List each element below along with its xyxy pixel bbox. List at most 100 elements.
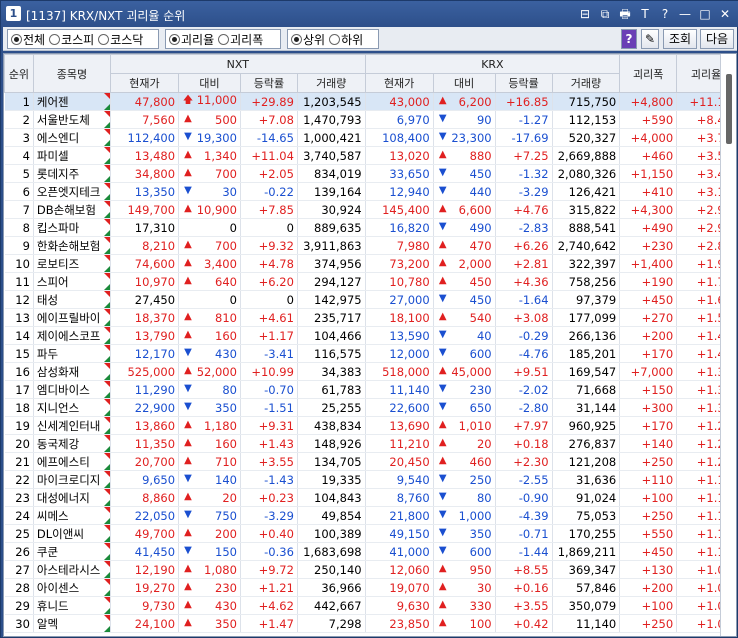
- window-link-icon[interactable]: ⊟: [577, 6, 593, 22]
- stock-name-label[interactable]: 에이프릴바이: [37, 311, 100, 325]
- market-option-2[interactable]: 코스닥: [98, 31, 143, 48]
- query-button[interactable]: 조회: [663, 29, 697, 49]
- market-option-label: 코스피: [61, 32, 95, 47]
- stock-name-label[interactable]: DL이앤씨: [37, 527, 84, 541]
- info-flag-icon: [103, 435, 110, 441]
- print-icon[interactable]: 🖶: [617, 6, 633, 22]
- stock-name-label[interactable]: 엠디바이스: [37, 383, 90, 397]
- stock-name-label[interactable]: 킵스파마: [37, 221, 79, 235]
- stock-name-label[interactable]: 아이센스: [37, 581, 79, 595]
- table-row[interactable]: 1 케어젠 47,800 🡅 11,000 +29.89 1,203,545 43,000 ▲ 6…: [4, 92, 736, 111]
- table-row[interactable]: 12 태성 27,450 0 0 142,975 27,000 ▼ 450 -1.64 97,379…: [4, 290, 736, 309]
- type-option-0[interactable]: 괴리율: [169, 31, 214, 48]
- radio-icon[interactable]: [218, 33, 230, 45]
- radio-icon[interactable]: [98, 33, 110, 45]
- stock-name-label[interactable]: 로보티즈: [37, 257, 79, 271]
- table-row[interactable]: 16 삼성화재 525,000 ▲ 52,000 +10.99 34,383 518,000 ▲…: [4, 362, 736, 381]
- nxt-volume-cell: 3,911,863: [297, 236, 366, 255]
- minimize-icon[interactable]: —: [677, 6, 693, 22]
- stock-name-label[interactable]: 마이크로디지: [37, 473, 100, 487]
- stock-name-label[interactable]: 에스엔디: [37, 131, 79, 145]
- up-arrow-icon: ▲: [184, 418, 192, 430]
- table-row[interactable]: 14 제이에스코프 13,790 ▲ 160 +1.17 104,466 13,590 ▼ 40-…: [4, 326, 736, 345]
- radio-icon[interactable]: [329, 33, 341, 45]
- stock-name-label[interactable]: 파두: [37, 347, 58, 361]
- stock-name-label[interactable]: 케어젠: [37, 95, 69, 109]
- radio-icon[interactable]: [49, 33, 61, 45]
- stock-name-label[interactable]: 지니언스: [37, 401, 79, 415]
- radio-icon[interactable]: [291, 33, 302, 45]
- scrollbar-thumb[interactable]: [726, 74, 732, 144]
- krx-change-cell-value: 600: [469, 346, 492, 361]
- header-nxt-price: 현재가: [109, 73, 180, 93]
- stock-name-label[interactable]: 아스테라시스: [37, 563, 100, 577]
- table-row[interactable]: 9 한화손해보험 8,210 ▲ 700 +9.32 3,911,863 7,980 ▲ 470 +…: [4, 236, 736, 255]
- stock-name-label[interactable]: 롯데지주: [37, 167, 79, 181]
- stock-name-label[interactable]: 한화손해보험: [37, 239, 100, 253]
- maximize-icon[interactable]: □: [697, 6, 713, 22]
- vertical-scrollbar[interactable]: [720, 54, 736, 636]
- stock-name-label[interactable]: 서울반도체: [37, 113, 90, 127]
- stock-name-label[interactable]: 제이에스코프: [37, 329, 100, 343]
- table-row[interactable]: 22 마이크로디지 9,650 ▼ 140 -1.43 19,335 9,540 ▼ 250 -2.…: [4, 470, 736, 489]
- table-row[interactable]: 15 파두 12,170 ▼ 430 -3.41 116,575 12,000 ▼ 600 -4.7…: [4, 344, 736, 363]
- table-row[interactable]: 26 쿠쿤 41,450 ▼ 150 -0.36 1,683,698 41,000 ▼ 600 -1…: [4, 542, 736, 561]
- stock-name-label[interactable]: 파미셀: [37, 149, 69, 163]
- rank-cell: 24: [4, 506, 34, 525]
- market-option-0[interactable]: 전체: [11, 31, 45, 48]
- settings-button[interactable]: ✎: [641, 29, 659, 49]
- stock-name-label[interactable]: 쿠쿤: [37, 545, 58, 559]
- table-row[interactable]: 24 씨메스 22,050 ▼ 750 -3.29 49,854 21,800 ▼ 1,000 -4…: [4, 506, 736, 525]
- type-option-1[interactable]: 괴리폭: [218, 31, 263, 48]
- stock-name-label[interactable]: 씨메스: [37, 509, 69, 523]
- order-option-0[interactable]: 상위: [291, 31, 325, 48]
- radio-icon[interactable]: [169, 33, 180, 45]
- table-row[interactable]: 11 스피어 10,970 ▲ 640 +6.20 294,127 10,780 ▲ 450 +4.…: [4, 272, 736, 291]
- stock-name-label[interactable]: 에프에스티: [37, 455, 90, 469]
- table-row[interactable]: 8 킵스파마 17,310 0 0 889,635 16,820 ▼ 490 -2.83 888,5…: [4, 218, 736, 237]
- table-row[interactable]: 5 롯데지주 34,800 ▲ 700 +2.05 834,019 33,650 ▼ 450 -1.…: [4, 164, 736, 183]
- stock-name-label[interactable]: 신세계인터내: [37, 419, 100, 433]
- rank-cell: 16: [4, 362, 34, 381]
- stock-name-label[interactable]: 태성: [37, 293, 58, 307]
- table-row[interactable]: 29 휴니드 9,730 ▲ 430 +4.62 442,667 9,630 ▲ 330 +3.55…: [4, 596, 736, 615]
- stock-name-label[interactable]: 휴니드: [37, 599, 69, 613]
- stock-name-label[interactable]: 알멕: [37, 617, 58, 631]
- stock-name-label[interactable]: 대성에너지: [37, 491, 90, 505]
- table-row[interactable]: 4 파미셀 13,480 ▲ 1,340 +11.04 3,740,587 13,020 ▲ 88…: [4, 146, 736, 165]
- table-row[interactable]: 7 DB손해보험 149,700 ▲ 10,900 +7.85 30,924 145,400 ▲…: [4, 200, 736, 219]
- table-row[interactable]: 10 로보티즈 74,600 ▲ 3,400 +4.78 374,956 73,200 ▲ 2,0…: [4, 254, 736, 273]
- stock-name-label[interactable]: 오픈엣지테크: [37, 185, 100, 199]
- table-row[interactable]: 19 신세계인터내 13,860 ▲ 1,180 +9.31 438,834 13,690 ▲ 1…: [4, 416, 736, 435]
- help-icon[interactable]: ?: [657, 6, 673, 22]
- next-button[interactable]: 다음: [700, 29, 734, 49]
- font-size-icon[interactable]: T: [637, 6, 653, 22]
- stock-name-label[interactable]: 스피어: [37, 275, 69, 289]
- help-button[interactable]: ?: [621, 29, 637, 49]
- table-row[interactable]: 23 대성에너지 8,860 ▲ 20 +0.23 104,843 8,760 ▼ 80 -0.90…: [4, 488, 736, 507]
- krx-change-cell-value: 2,000: [458, 256, 492, 271]
- table-row[interactable]: 28 아이센스 19,270 ▲ 230 +1.21 36,966 19,070 ▲ 30 +0.1…: [4, 578, 736, 597]
- stock-name-label[interactable]: 삼성화재: [37, 365, 79, 379]
- table-row[interactable]: 2 서울반도체 7,560 ▲ 500 +7.08 1,470,793 6,970 ▼ 90 -1.…: [4, 110, 736, 129]
- close-icon[interactable]: ✕: [717, 6, 733, 22]
- market-option-1[interactable]: 코스피: [49, 31, 94, 48]
- table-row[interactable]: 25 DL이앤씨 49,700 ▲ 200 +0.40 100,389 49,150 ▼ 350-…: [4, 524, 736, 543]
- krx-change-cell-value: 45,000: [451, 364, 492, 379]
- table-row[interactable]: 20 동국제강 11,350 ▲ 160 +1.43 148,926 11,210 ▲ 20 +0.…: [4, 434, 736, 453]
- table-row[interactable]: 6 오픈엣지테크 13,350 ▼ 30 -0.22 139,164 12,940 ▼ 440 -3…: [4, 182, 736, 201]
- table-row[interactable]: 30 알멕 24,100 ▲ 350 +1.47 7,298 23,850 ▲ 100 +0.42 1…: [4, 614, 736, 633]
- radio-icon[interactable]: [11, 33, 22, 45]
- krx-change-cell: ▼ 650: [433, 398, 496, 417]
- table-row[interactable]: 18 지니언스 22,900 ▼ 350 -1.51 25,255 22,600 ▼ 650 -2.…: [4, 398, 736, 417]
- nxt-change-cell: ▲ 160: [178, 434, 241, 453]
- table-row[interactable]: 27 아스테라시스 12,190 ▲ 1,080 +9.72 250,140 12,060 ▲ 9…: [4, 560, 736, 579]
- table-row[interactable]: 17 엠디바이스 11,290 ▼ 80 -0.70 61,783 11,140 ▼ 230 -2.…: [4, 380, 736, 399]
- table-row[interactable]: 3 에스엔디 112,400 ▼ 19,300 -14.65 1,000,421 108,40…: [4, 128, 736, 147]
- table-row[interactable]: 13 에이프릴바이 18,370 ▲ 810 +4.61 235,717 18,100 ▲ 540…: [4, 308, 736, 327]
- stock-name-label[interactable]: 동국제강: [37, 437, 79, 451]
- order-option-1[interactable]: 하위: [329, 31, 363, 48]
- table-row[interactable]: 21 에프에스티 20,700 ▲ 710 +3.55 134,705 20,450 ▲ 460 +…: [4, 452, 736, 471]
- stock-name-label[interactable]: DB손해보험: [37, 203, 96, 217]
- window-copy-icon[interactable]: ⧉: [597, 6, 613, 22]
